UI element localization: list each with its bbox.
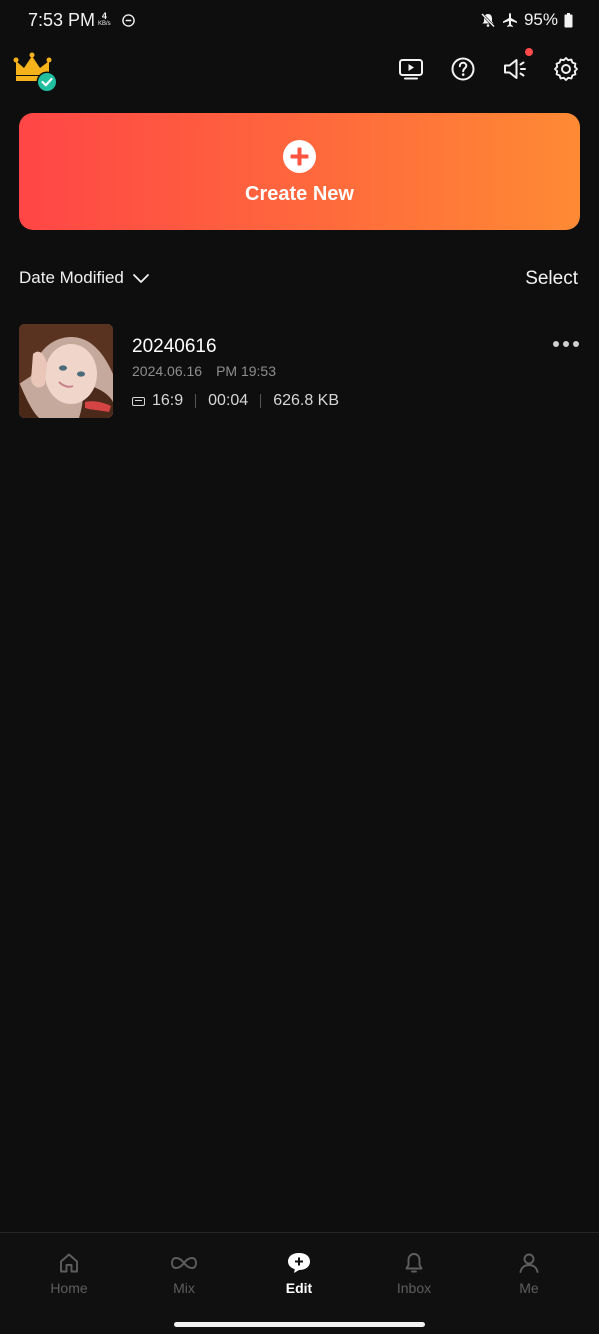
project-title: 20240616 [132,336,217,357]
video-tutorial-icon[interactable] [397,55,425,83]
meta-divider [260,394,262,408]
home-indicator[interactable] [174,1322,425,1327]
network-speed-value: 4 [101,11,107,21]
nav-label-mix: Mix [173,1280,195,1296]
bell-icon [405,1253,423,1273]
home-icon [60,1253,78,1273]
project-duration: 00:04 [208,392,249,409]
battery-icon [564,12,573,27]
aspect-ratio-icon [132,396,145,406]
plus-circle-icon [283,140,316,173]
nav-label-home: Home [50,1280,88,1296]
nav-label-inbox: Inbox [396,1280,432,1296]
select-button[interactable]: Select [525,268,578,290]
meta-divider [195,394,197,408]
project-date: 2024.06.16 PM 19:53 [132,363,276,379]
crown-vip-icon[interactable] [13,49,59,93]
project-item[interactable]: 20240616 2024.06.16 PM 19:53 16:9 00:04 6… [19,323,581,419]
nav-label-me: Me [519,1280,539,1296]
create-new-button[interactable]: Create New [19,113,580,230]
mute-icon [481,13,495,28]
bottom-navigation: Home Mix Edit Inbox Me [0,1232,599,1334]
help-icon[interactable] [449,55,477,83]
notification-dot [525,48,533,56]
network-speed-unit: KB/s [98,21,111,27]
do-not-disturb-icon [122,14,135,27]
project-size: 626.8 KB [273,392,340,409]
battery-percent: 95% [523,10,558,29]
project-time-value: PM 19:53 [216,363,277,379]
network-speed: 4 KB/s [98,12,111,28]
create-new-label: Create New [245,183,354,205]
project-thumbnail [19,324,113,418]
more-options-icon[interactable] [553,341,581,351]
chevron-down-icon [132,274,149,283]
announcement-icon[interactable] [501,55,529,83]
settings-icon[interactable] [552,55,580,83]
nav-item-mix[interactable]: Mix [134,1251,234,1296]
project-ratio: 16:9 [152,392,184,409]
nav-item-me[interactable]: Me [479,1251,579,1296]
project-meta: 16:9 00:04 626.8 KB [132,392,339,410]
infinity-icon [171,1257,197,1269]
nav-item-inbox[interactable]: Inbox [364,1251,464,1296]
app-header [0,45,599,93]
status-time: 7:53 PM [28,10,96,30]
person-icon [519,1253,539,1273]
nav-item-home[interactable]: Home [19,1251,119,1296]
status-bar: 7:53 PM 4 KB/s 95% [0,0,599,42]
sort-dropdown[interactable]: Date Modified [19,268,150,288]
nav-label-edit: Edit [285,1280,313,1296]
airplane-mode-icon [502,13,517,27]
sort-label: Date Modified [19,268,124,287]
plus-bubble-icon [288,1253,310,1273]
nav-item-edit[interactable]: Edit [249,1251,349,1296]
project-date-value: 2024.06.16 [132,363,203,379]
status-right: 95% [480,10,573,30]
